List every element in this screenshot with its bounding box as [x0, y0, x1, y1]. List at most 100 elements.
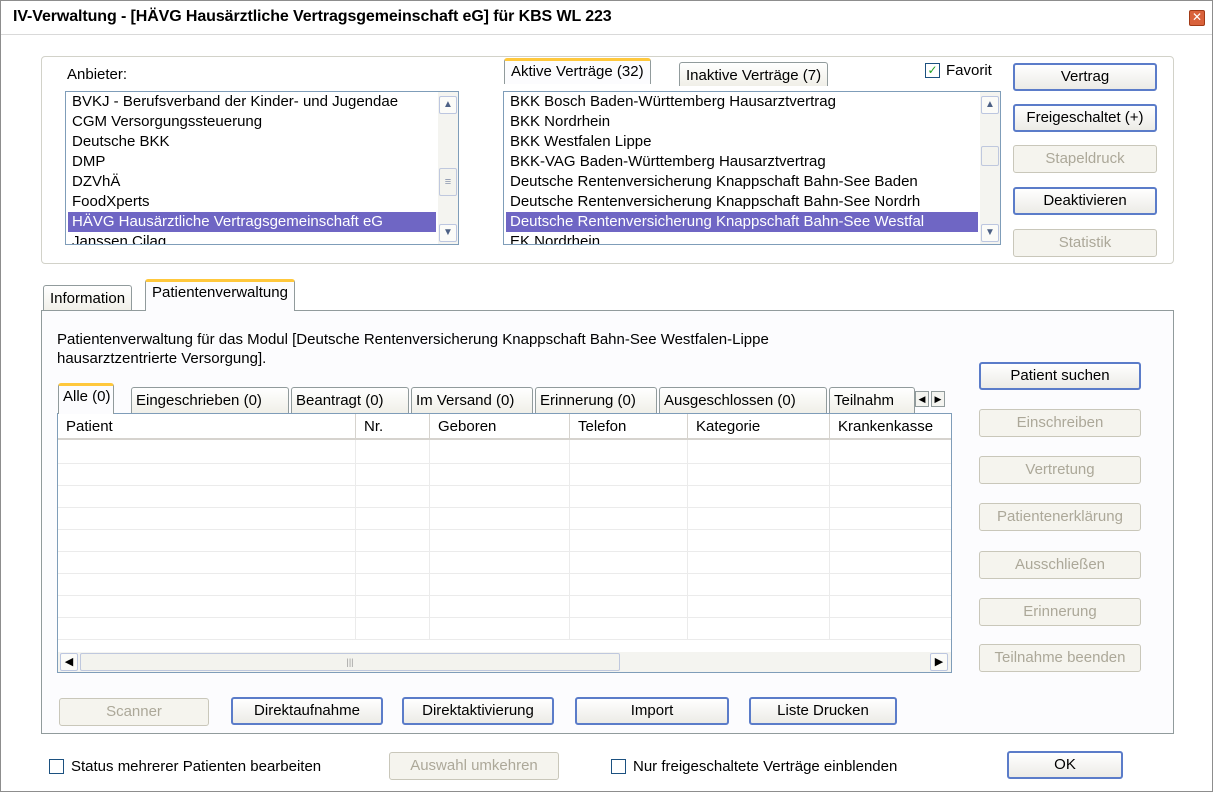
tab-information-label: Information [50, 290, 126, 307]
ok-button[interactable]: OK [1007, 751, 1123, 779]
nur-freigeschaltete-checkbox[interactable] [611, 759, 626, 774]
patientenerklaerung-button[interactable]: Patientenerklärung [979, 503, 1141, 531]
auswahl-umkehren-button[interactable]: Auswahl umkehren [389, 752, 559, 780]
scroll-thumb[interactable]: ≡ [439, 168, 457, 196]
window-title: IV-Verwaltung - [HÄVG Hausärztliche Vert… [13, 8, 612, 25]
column-header[interactable]: Krankenkasse [830, 414, 951, 440]
tab-inaktive-label: Inaktive Verträge (7) [686, 67, 822, 84]
anbieter-list-item[interactable]: DMP [68, 152, 436, 172]
tab-information[interactable]: Information [43, 285, 133, 311]
status-mehrerer-label: Status mehrerer Patienten bearbeiten [71, 758, 322, 775]
anbieter-list-item[interactable]: BVKJ - Berufsverband der Kinder- und Jug… [68, 92, 436, 112]
vertrag-list-item[interactable]: BKK Bosch Baden-Württemberg Hausarztvert… [506, 92, 978, 112]
grid-column-line [569, 440, 570, 640]
einschreiben-button[interactable]: Einschreiben [979, 409, 1141, 437]
anbieter-list[interactable]: BVKJ - Berufsverband der Kinder- und Jug… [65, 91, 459, 245]
vertrag-list-item[interactable]: Deutsche Rentenversicherung Knappschaft … [506, 192, 978, 212]
grid-row-line [58, 573, 951, 574]
direktaufnahme-button[interactable]: Direktaufnahme [231, 697, 383, 725]
vertrag-list-item[interactable]: Deutsche Rentenversicherung Knappschaft … [506, 212, 978, 232]
scanner-button[interactable]: Scanner [59, 698, 209, 726]
anbieter-list-item[interactable]: FoodXperts [68, 192, 436, 212]
title-bar: IV-Verwaltung - [HÄVG Hausärztliche Vert… [1, 1, 1212, 35]
deaktivieren-button[interactable]: Deaktivieren [1013, 187, 1157, 215]
column-header[interactable]: Telefon [570, 414, 688, 440]
scroll-right-icon[interactable]: ▶ [930, 653, 948, 671]
erinnerung-button[interactable]: Erinnerung [979, 598, 1141, 626]
grid-column-line [355, 440, 356, 640]
vertrag-list-item[interactable]: EK Nordrhein [506, 232, 978, 244]
tab-aktive-label: Aktive Verträge (32) [511, 63, 644, 80]
freigeschaltet-button[interactable]: Freigeschaltet (+) [1013, 104, 1157, 132]
status-tab[interactable]: Beantragt (0) [291, 387, 409, 413]
scroll-thumb[interactable] [981, 146, 999, 166]
grid-row-line [58, 551, 951, 552]
column-header[interactable]: Patient [58, 414, 356, 440]
anbieter-label: Anbieter: [67, 66, 128, 83]
grip-icon: ||| [346, 657, 354, 667]
iv-verwaltung-window: IV-Verwaltung - [HÄVG Hausärztliche Vert… [0, 0, 1213, 792]
grid-column-line [687, 440, 688, 640]
anbieter-list-item[interactable]: HÄVG Hausärztliche Vertragsgemeinschaft … [68, 212, 436, 232]
nur-freigeschaltete-label: Nur freigeschaltete Verträge einblenden [633, 758, 898, 775]
scroll-down-icon[interactable]: ▼ [439, 224, 457, 242]
anbieter-list-item[interactable]: CGM Versorgungssteuerung [68, 112, 436, 132]
column-header[interactable]: Geboren [430, 414, 570, 440]
stapeldruck-button[interactable]: Stapeldruck [1013, 145, 1157, 173]
close-icon[interactable]: ✕ [1189, 10, 1205, 26]
module-description-line1: Patientenverwaltung für das Modul [Deuts… [57, 331, 769, 348]
scroll-up-icon[interactable]: ▲ [981, 96, 999, 114]
vertrag-list-item[interactable]: Deutsche Rentenversicherung Knappschaft … [506, 172, 978, 192]
column-header[interactable]: Nr. [356, 414, 430, 440]
scroll-left-icon[interactable]: ◀ [60, 653, 78, 671]
status-tab[interactable]: Teilnahm [829, 387, 915, 413]
status-tab[interactable]: Erinnerung (0) [535, 387, 657, 413]
patient-suchen-button[interactable]: Patient suchen [979, 362, 1141, 390]
liste-drucken-button[interactable]: Liste Drucken [749, 697, 897, 725]
direktaktivierung-button[interactable]: Direktaktivierung [402, 697, 554, 725]
tab-aktive-vertraege[interactable]: Aktive Verträge (32) [504, 58, 651, 84]
anbieter-list-item[interactable]: Janssen Cilag [68, 232, 436, 244]
grid-row-line [58, 639, 951, 640]
vertrag-list-item[interactable]: BKK-VAG Baden-Württemberg Hausarztvertra… [506, 152, 978, 172]
vertrag-list-item[interactable]: BKK Westfalen Lippe [506, 132, 978, 152]
status-tab[interactable]: Im Versand (0) [411, 387, 533, 413]
module-description-line2: hausarztzentrierte Versorgung]. [57, 350, 267, 367]
statistik-button[interactable]: Statistik [1013, 229, 1157, 257]
tab-inaktive-vertraege[interactable]: Inaktive Verträge (7) [679, 62, 829, 86]
tab-scroll-right-icon[interactable]: ▶ [931, 391, 945, 407]
status-mehrerer-checkbox[interactable] [49, 759, 64, 774]
scroll-up-icon[interactable]: ▲ [439, 96, 457, 114]
favorit-checkbox[interactable]: ✓ [925, 63, 940, 78]
anbieter-list-item[interactable]: DZVhÄ [68, 172, 436, 192]
import-button[interactable]: Import [575, 697, 729, 725]
status-tab[interactable]: Ausgeschlossen (0) [659, 387, 827, 413]
grid-row-line [58, 485, 951, 486]
grid-row-line [58, 617, 951, 618]
status-tab[interactable]: Alle (0) [58, 383, 114, 414]
anbieter-scrollbar[interactable]: ▲ ≡ ▼ [438, 92, 458, 244]
grid-row-line [58, 507, 951, 508]
tab-scroll-left-icon[interactable]: ◀ [915, 391, 929, 407]
grid-header: Patient Nr. Geboren Telefon Kategorie Kranken… [58, 414, 951, 440]
scroll-down-icon[interactable]: ▼ [981, 224, 999, 242]
column-header[interactable]: Kategorie [688, 414, 830, 440]
grid-row-line [58, 595, 951, 596]
anbieter-list-item[interactable]: Deutsche BKK [68, 132, 436, 152]
vertrag-button[interactable]: Vertrag [1013, 63, 1157, 91]
patient-grid[interactable]: Patient Nr. Geboren Telefon Kategorie Kranken… [57, 413, 952, 673]
teilnahme-beenden-button[interactable]: Teilnahme beenden [979, 644, 1141, 672]
grid-column-line [829, 440, 830, 640]
ausschliessen-button[interactable]: Ausschließen [979, 551, 1141, 579]
vertrag-list-item[interactable]: BKK Nordrhein [506, 112, 978, 132]
vertraege-list[interactable]: BKK Bosch Baden-Württemberg Hausarztvert… [503, 91, 1001, 245]
vertraege-scrollbar[interactable]: ▲ ▼ [980, 92, 1000, 244]
grip-icon: ≡ [444, 176, 452, 188]
hscroll-thumb[interactable]: ||| [80, 653, 620, 671]
tab-patientenverwaltung[interactable]: Patientenverwaltung [145, 279, 295, 311]
grid-hscrollbar[interactable]: ◀ ||| ▶ [58, 652, 951, 672]
tab-patientenverwaltung-label: Patientenverwaltung [152, 284, 288, 301]
vertretung-button[interactable]: Vertretung [979, 456, 1141, 484]
grid-row-line [58, 529, 951, 530]
status-tab[interactable]: Eingeschrieben (0) [131, 387, 289, 413]
